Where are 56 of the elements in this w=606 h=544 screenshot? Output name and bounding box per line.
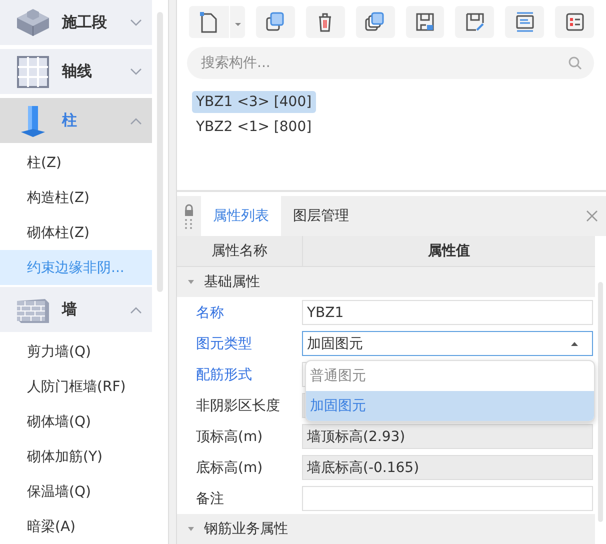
sidebar-item[interactable]: 剪力墙(Q) (0, 334, 152, 369)
property-name: 备注 (195, 490, 225, 508)
toolbar-button[interactable] (356, 6, 395, 38)
sidebar-item[interactable]: 砌体柱(Z) (0, 215, 152, 250)
sidebar-item[interactable]: 人防门框墙(RF) (0, 369, 152, 404)
lock-icon[interactable] (183, 203, 195, 229)
input-field[interactable] (302, 486, 594, 511)
search-field[interactable]: 搜索构件... (187, 47, 594, 79)
caret-icon (234, 22, 242, 26)
sidebar-group[interactable]: 墙 (0, 287, 152, 332)
sidebar-item[interactable]: 暗梁(A) (0, 509, 152, 544)
property-name: 底标高(m) (195, 458, 264, 476)
triangle-down-icon (187, 278, 195, 286)
dropdown-field[interactable]: 加固图元 (302, 331, 594, 356)
component-item[interactable]: YBZ1 <3> [400] (192, 91, 316, 113)
toolbar-button[interactable] (256, 6, 295, 38)
caret-up-icon (571, 342, 578, 346)
search-icon (568, 56, 582, 70)
property-name: 配筋形式 (195, 366, 253, 384)
scrollbar-thumb[interactable] (157, 12, 163, 292)
column-header: 属性名称 (177, 236, 303, 266)
toolbar-button[interactable] (455, 6, 494, 38)
property-name: 非阴影区长度 (195, 396, 281, 414)
sidebar-item[interactable]: 保温墙(Q) (0, 474, 152, 509)
property-name: 名称 (195, 304, 225, 322)
toolbar-button[interactable] (306, 6, 345, 38)
property-name: 顶标高(m) (195, 428, 264, 446)
toolbar-button[interactable] (555, 6, 594, 38)
section-header[interactable]: 钢筋业务属性 (177, 514, 596, 544)
tab[interactable]: 属性列表 (201, 196, 281, 236)
chevron-up-icon (130, 116, 142, 124)
sidebar-item[interactable]: 砌体加筋(Y) (0, 439, 152, 474)
section-header[interactable]: 基础属性 (177, 267, 596, 297)
sidebar-item[interactable]: 构造柱(Z) (0, 180, 152, 215)
grid-icon (17, 56, 49, 88)
toolbar-button[interactable] (406, 6, 444, 38)
section-title: 基础属性 (204, 273, 260, 291)
toolbar-button[interactable] (505, 6, 544, 38)
sidebar-group[interactable]: 轴线 (0, 49, 152, 94)
chevron-up-icon (130, 306, 142, 314)
component-item[interactable]: YBZ2 <1> [800] (192, 116, 316, 138)
input-field[interactable]: YBZ1 (302, 300, 594, 325)
column-header: 属性值 (427, 242, 472, 261)
section-title: 钢筋业务属性 (204, 520, 288, 538)
property-name: 图元类型 (195, 334, 253, 352)
input-field[interactable]: 墙顶标高(2.93) (302, 424, 594, 449)
input-field[interactable]: 墙底标高(-0.165) (302, 455, 594, 480)
sidebar-item[interactable]: 砌体墙(Q) (0, 404, 152, 439)
scrollbar-thumb[interactable] (598, 282, 604, 522)
tab[interactable]: 图层管理 (281, 196, 361, 236)
triangle-down-icon (187, 525, 195, 533)
sidebar-group[interactable]: 施工段 (0, 0, 152, 45)
chevron-down-icon (130, 18, 142, 26)
sidebar-item[interactable]: 柱(Z) (0, 145, 152, 180)
chevron-down-icon (130, 68, 142, 76)
dropdown-option[interactable]: 普通图元 (306, 361, 594, 391)
